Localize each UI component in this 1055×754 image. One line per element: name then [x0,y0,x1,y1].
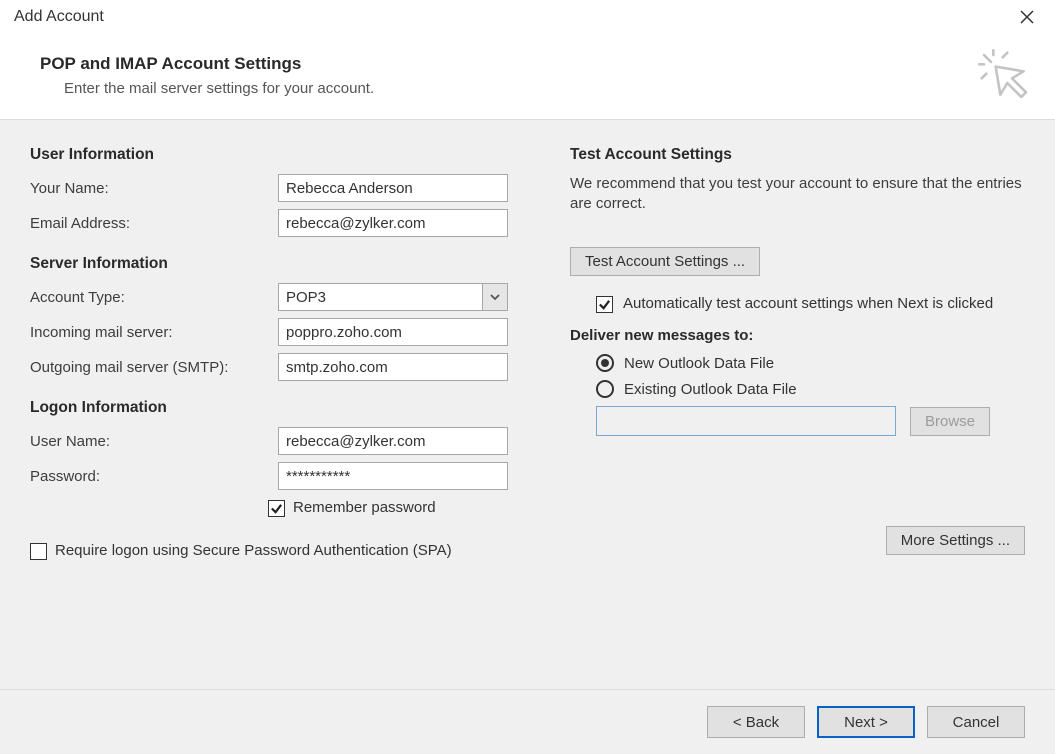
new-data-file-label: New Outlook Data File [624,355,774,372]
header-heading: POP and IMAP Account Settings [40,54,1025,74]
password-input[interactable] [278,462,508,490]
your-name-input[interactable] [278,174,508,202]
auto-test-checkbox[interactable] [596,296,613,313]
your-name-label: Your Name: [30,180,278,197]
account-type-label: Account Type: [30,289,278,306]
check-icon [598,298,611,311]
logon-info-section-title: Logon Information [30,399,540,417]
incoming-server-input[interactable] [278,318,508,346]
incoming-server-label: Incoming mail server: [30,324,278,341]
back-button[interactable]: < Back [707,706,805,738]
email-label: Email Address: [30,215,278,232]
check-icon [270,502,283,515]
dialog-header: POP and IMAP Account Settings Enter the … [0,34,1055,119]
spa-checkbox[interactable] [30,543,47,560]
next-button[interactable]: Next > [817,706,915,738]
existing-data-file-radio[interactable] [596,380,614,398]
server-info-section-title: Server Information [30,255,540,273]
outgoing-server-label: Outgoing mail server (SMTP): [30,359,278,376]
email-input[interactable] [278,209,508,237]
existing-data-file-label: Existing Outlook Data File [624,381,797,398]
cursor-click-icon [977,48,1033,108]
account-type-dropdown-button[interactable] [482,284,507,310]
username-label: User Name: [30,433,278,450]
dialog-footer: < Back Next > Cancel [0,690,1055,754]
titlebar: Add Account [0,0,1055,34]
password-label: Password: [30,468,278,485]
username-input[interactable] [278,427,508,455]
right-column: Test Account Settings We recommend that … [570,146,1025,669]
test-settings-section-title: Test Account Settings [570,146,1025,164]
cancel-button[interactable]: Cancel [927,706,1025,738]
close-icon [1020,10,1034,24]
account-type-combo[interactable]: POP3 [278,283,508,311]
test-account-settings-button[interactable]: Test Account Settings ... [570,247,760,276]
remember-password-label: Remember password [293,499,436,516]
auto-test-label: Automatically test account settings when… [623,294,993,314]
header-subtitle: Enter the mail server settings for your … [64,80,1025,97]
left-column: User Information Your Name: Email Addres… [30,146,540,669]
dialog-body: User Information Your Name: Email Addres… [0,119,1055,690]
chevron-down-icon [490,292,500,302]
existing-data-file-path-input[interactable] [596,406,896,436]
test-settings-description: We recommend that you test your account … [570,174,1025,215]
window-title: Add Account [14,8,1005,26]
spa-label: Require logon using Secure Password Auth… [55,541,452,561]
outgoing-server-input[interactable] [278,353,508,381]
new-data-file-radio[interactable] [596,354,614,372]
user-info-section-title: User Information [30,146,540,164]
more-settings-button[interactable]: More Settings ... [886,526,1025,555]
deliver-title: Deliver new messages to: [570,327,1025,344]
account-type-value: POP3 [279,289,482,306]
add-account-dialog: Add Account POP and IMAP Account Setting… [0,0,1055,754]
close-button[interactable] [1005,3,1049,31]
remember-password-checkbox[interactable] [268,500,285,517]
browse-button[interactable]: Browse [910,407,990,436]
